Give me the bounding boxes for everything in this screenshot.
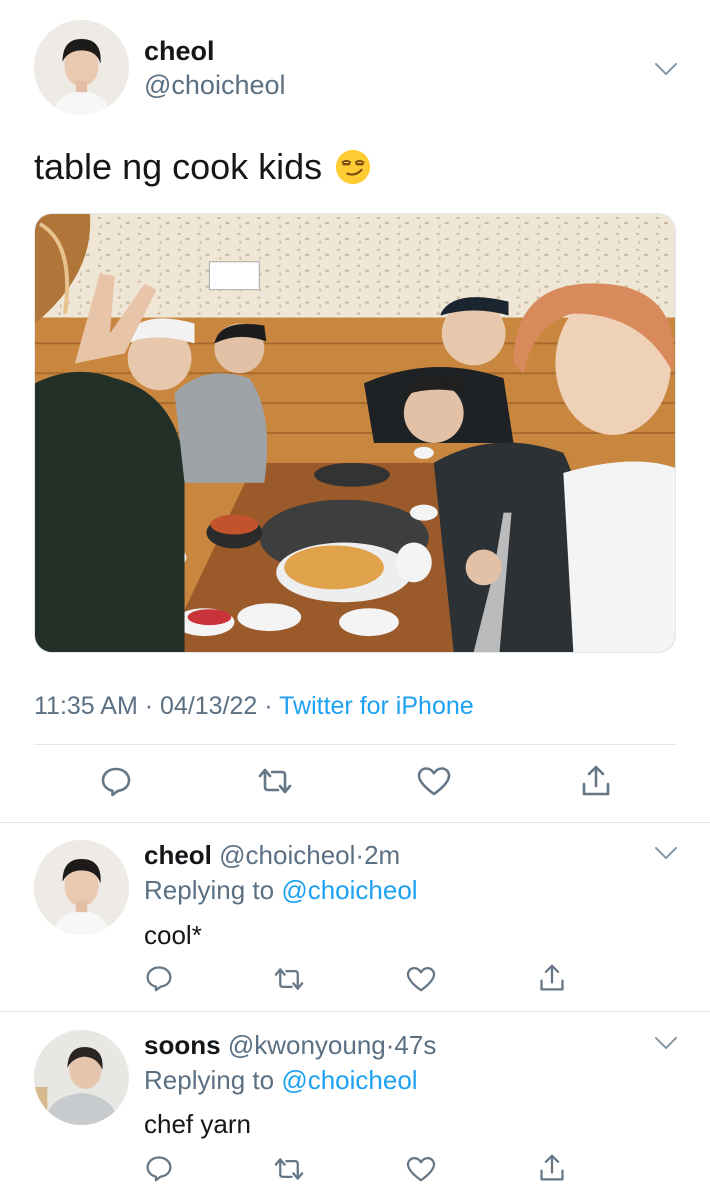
like-icon[interactable] — [406, 966, 436, 992]
header-separator: · — [355, 840, 365, 870]
reply-handle[interactable]: @kwonyoung — [228, 1030, 386, 1060]
reply-tweet[interactable]: soons @kwonyoung·47s Replying to @choich… — [0, 1012, 710, 1200]
reply-header: cheol @choicheol·2m — [144, 840, 400, 871]
reply-header: soons @kwonyoung·47s — [144, 1030, 436, 1061]
tweet-source-link[interactable]: Twitter for iPhone — [279, 692, 474, 720]
share-icon[interactable] — [538, 1153, 566, 1183]
like-icon[interactable] — [417, 766, 451, 796]
reply-icon[interactable] — [145, 964, 173, 992]
author-handle[interactable]: @choicheol — [144, 70, 286, 101]
share-icon[interactable] — [580, 764, 612, 798]
reply-text: chef yarn — [144, 1109, 251, 1139]
replying-to-prefix: Replying to — [144, 1065, 275, 1095]
divider — [34, 744, 676, 745]
share-icon[interactable] — [538, 963, 566, 993]
retweet-icon[interactable] — [272, 965, 306, 993]
reply-display-name[interactable]: soons — [144, 1030, 221, 1060]
reply-avatar[interactable] — [34, 1030, 129, 1125]
tweet-text: table ng cook kids — [34, 146, 372, 188]
meta-separator: · — [144, 692, 154, 720]
retweet-icon[interactable] — [256, 765, 294, 797]
smirking-face-emoji — [334, 148, 372, 186]
retweet-icon[interactable] — [272, 1155, 306, 1183]
author-display-name[interactable]: cheol — [144, 36, 215, 67]
author-avatar[interactable] — [34, 20, 129, 115]
reply-age: 47s — [394, 1030, 437, 1060]
tweet-text-content: table ng cook kids — [34, 146, 323, 187]
reply-handle[interactable]: @choicheol — [219, 840, 355, 870]
reply-icon[interactable] — [100, 765, 132, 797]
chevron-down-icon[interactable] — [654, 62, 678, 76]
reply-display-name[interactable]: cheol — [144, 840, 212, 870]
reply-text: cool* — [144, 920, 202, 950]
tweet-time: 11:35 AM — [34, 692, 138, 720]
replying-to-mention[interactable]: @choicheol — [281, 1065, 417, 1095]
main-tweet: cheol @choicheol table ng cook kids 11:3… — [0, 0, 710, 822]
chevron-down-icon[interactable] — [654, 1036, 678, 1050]
replying-to-prefix: Replying to — [144, 875, 275, 905]
reply-icon[interactable] — [145, 1154, 173, 1182]
reply-age: 2m — [364, 840, 401, 870]
chevron-down-icon[interactable] — [654, 846, 678, 860]
tweet-photo[interactable] — [34, 213, 676, 653]
replying-to: Replying to @choicheol — [144, 1065, 418, 1096]
reply-avatar[interactable] — [34, 840, 129, 935]
meta-separator: · — [264, 692, 273, 720]
reply-tweet[interactable]: cheol @choicheol·2m Replying to @choiche… — [0, 823, 710, 1011]
tweet-meta: 11:35 AM · 04/13/22 · Twitter for iPhone — [34, 692, 474, 721]
tweet-date: 04/13/22 — [160, 692, 258, 720]
like-icon[interactable] — [406, 1156, 436, 1182]
replying-to-mention[interactable]: @choicheol — [281, 875, 417, 905]
replying-to: Replying to @choicheol — [144, 875, 418, 906]
